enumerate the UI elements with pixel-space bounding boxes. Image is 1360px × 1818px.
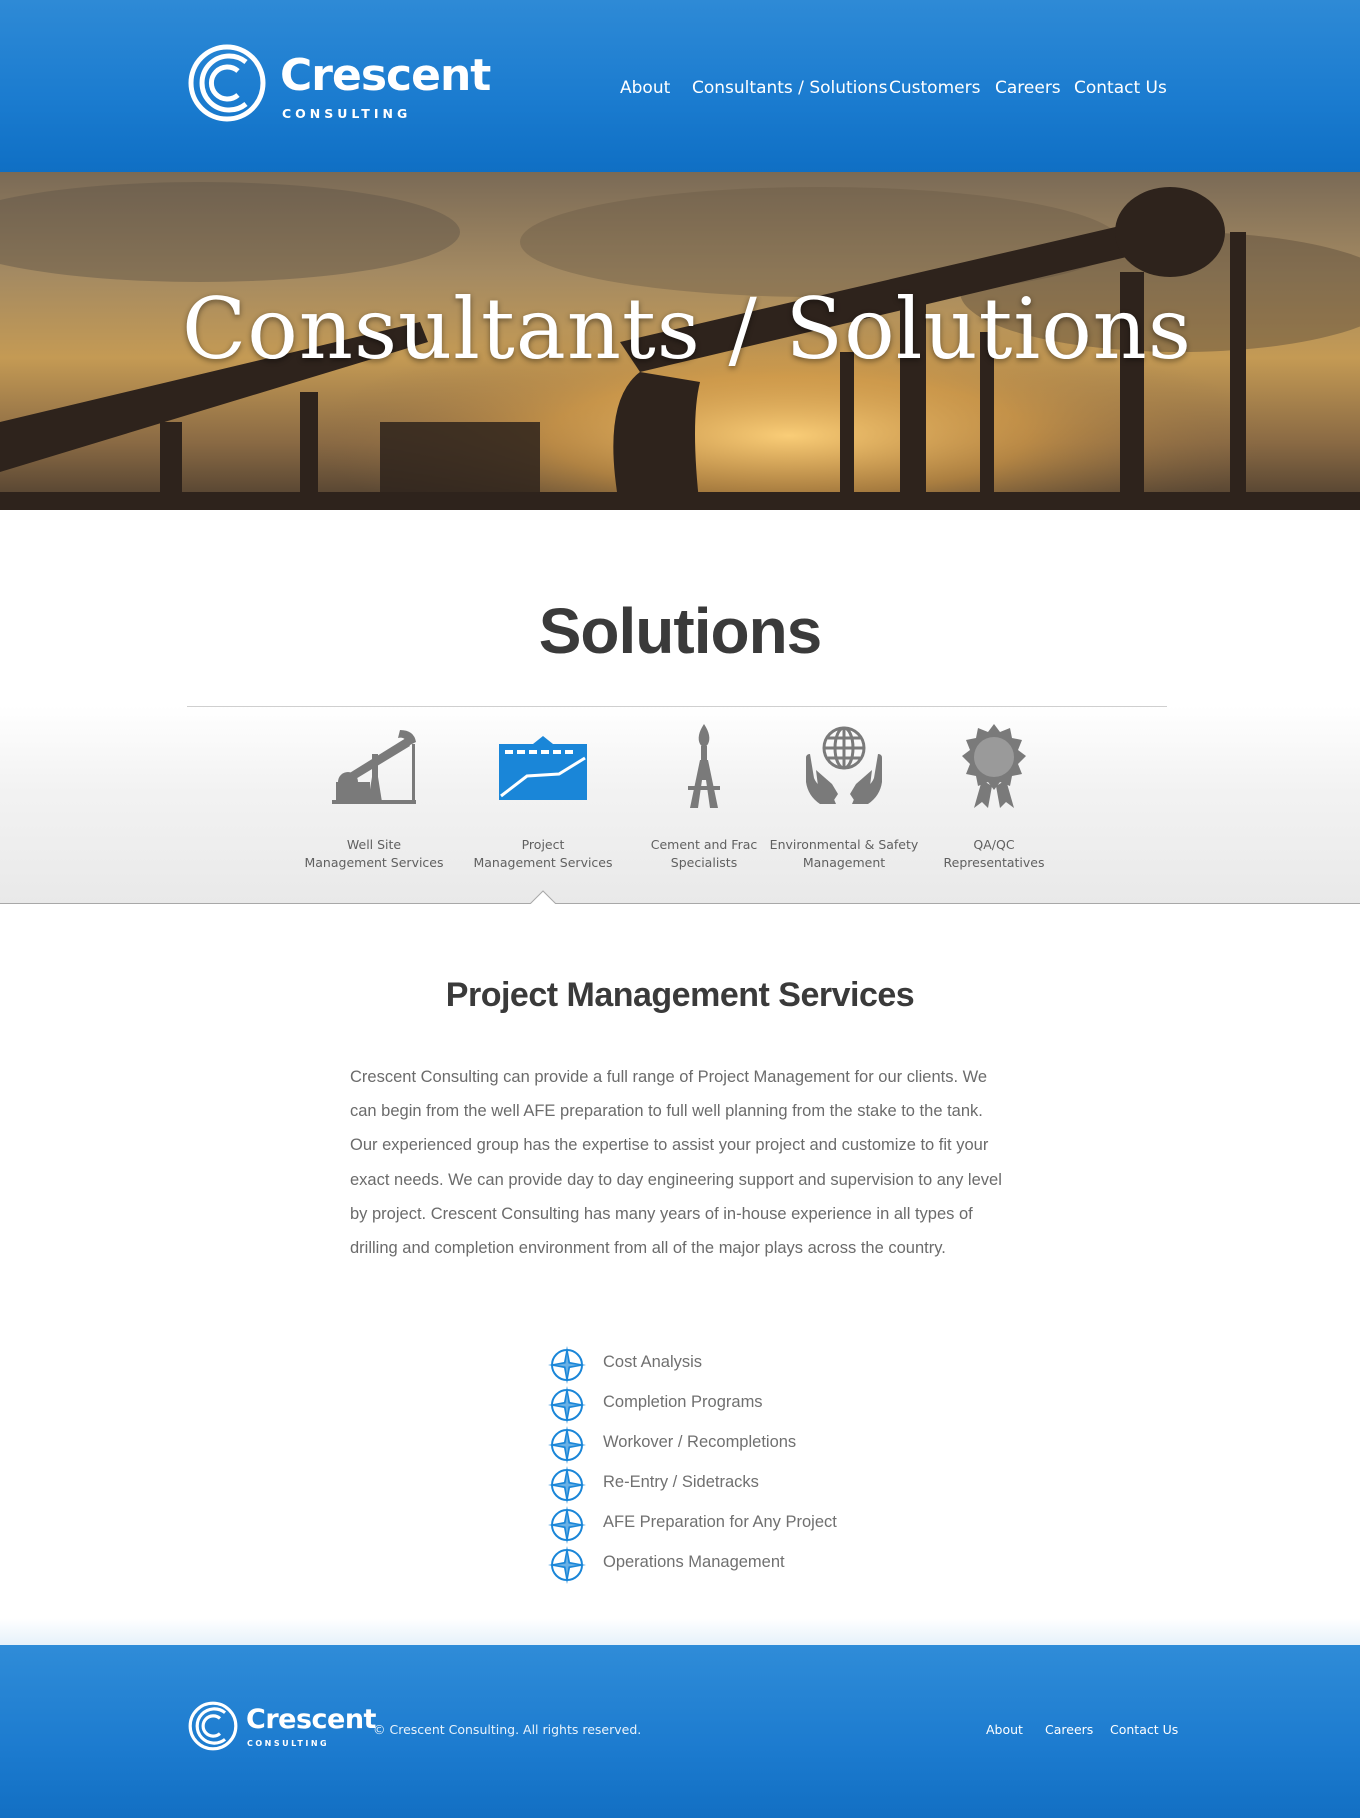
- hero-banner: Consultants / Solutions: [0, 172, 1360, 510]
- logo-tagline: CONSULTING: [282, 106, 412, 121]
- compass-star-icon: [548, 1426, 586, 1464]
- list-item: AFE Preparation for Any Project: [548, 1504, 948, 1544]
- active-tab-pointer: [530, 890, 556, 904]
- list-item: Re-Entry / Sidetracks: [548, 1464, 948, 1504]
- tab-cement-frac[interactable]: Cement and Frac Specialists: [629, 724, 779, 874]
- compass-star-icon: [548, 1386, 586, 1424]
- service-label: Cost Analysis: [603, 1353, 703, 1371]
- tab-well-site-management[interactable]: Well Site Management Services: [299, 724, 449, 874]
- tab-label: Cement and Frac Specialists: [650, 837, 758, 870]
- list-item: Completion Programs: [548, 1384, 948, 1424]
- footer-link-contact-us[interactable]: Contact Us: [1110, 1722, 1178, 1737]
- compass-star-icon: [548, 1466, 586, 1504]
- tab-label: Well Site Management Services: [304, 837, 444, 870]
- compass-star-icon: [548, 1506, 586, 1544]
- tab-qa-qc[interactable]: QA/QC Representatives: [919, 724, 1069, 874]
- tab-label: Environmental & Safety Management: [769, 837, 919, 870]
- crescent-logo-icon: [188, 1701, 238, 1751]
- globe-hands-icon: [806, 726, 882, 804]
- list-item: Operations Management: [548, 1544, 948, 1584]
- service-label: Workover / Recompletions: [603, 1433, 797, 1451]
- footer-shadow: [0, 1618, 1360, 1646]
- nav-consultants-solutions[interactable]: Consultants / Solutions: [692, 76, 887, 100]
- solutions-title: Solutions: [538, 595, 823, 667]
- nav-about[interactable]: About: [620, 76, 670, 100]
- hero-title: Consultants / Solutions: [182, 280, 1192, 378]
- footer-logo-tagline: CONSULTING: [247, 1739, 330, 1748]
- tab-project-management[interactable]: Project Management Services: [468, 724, 618, 874]
- main-nav: About Consultants / Solutions Customers …: [0, 76, 1360, 100]
- project-chart-icon: [499, 736, 587, 800]
- rig-flame-icon: [688, 724, 720, 808]
- list-item: Workover / Recompletions: [548, 1424, 948, 1464]
- footer-link-about[interactable]: About: [986, 1722, 1023, 1737]
- tab-environmental-safety[interactable]: Environmental & Safety Management: [769, 724, 919, 874]
- divider: [187, 706, 1167, 707]
- copyright: © Crescent Consulting. All rights reserv…: [373, 1722, 642, 1737]
- service-label: Re-Entry / Sidetracks: [603, 1473, 759, 1491]
- pumpjack-icon: [332, 730, 416, 804]
- nav-careers[interactable]: Careers: [995, 76, 1061, 100]
- tab-label: QA/QC Representatives: [943, 837, 1045, 870]
- section-body: Crescent Consulting can provide a full r…: [350, 1068, 1002, 1258]
- service-label: AFE Preparation for Any Project: [603, 1513, 837, 1531]
- nav-customers[interactable]: Customers: [889, 76, 980, 100]
- award-ribbon-icon: [962, 724, 1026, 808]
- services-list: Cost Analysis Completion Programs Workov…: [548, 1344, 948, 1584]
- service-label: Completion Programs: [603, 1393, 763, 1411]
- tab-label: Project Management Services: [473, 837, 613, 870]
- compass-star-icon: [548, 1546, 586, 1584]
- service-label: Operations Management: [603, 1553, 785, 1571]
- list-item: Cost Analysis: [548, 1344, 948, 1384]
- footer-link-careers[interactable]: Careers: [1045, 1722, 1093, 1737]
- site-header: Crescent CONSULTING About Consultants / …: [0, 0, 1360, 172]
- footer-logo-wordmark: Crescent: [246, 1704, 376, 1735]
- footer-logo[interactable]: Crescent CONSULTING: [188, 1700, 376, 1754]
- section-title: Project Management Services: [445, 976, 915, 1014]
- compass-star-icon: [548, 1346, 586, 1384]
- nav-contact-us[interactable]: Contact Us: [1074, 76, 1167, 100]
